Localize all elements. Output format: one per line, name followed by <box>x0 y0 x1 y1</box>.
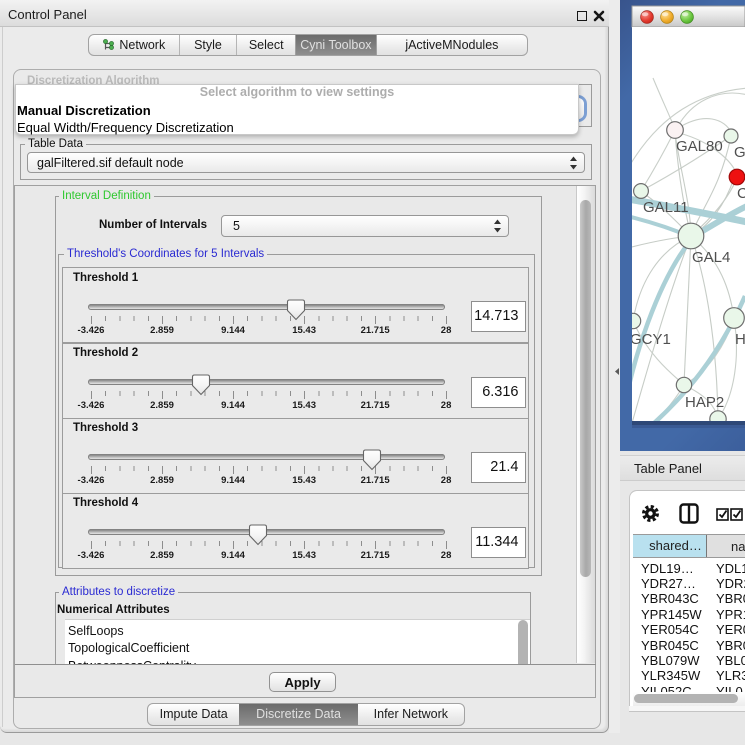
svg-text:GAL11: GAL11 <box>643 199 689 216</box>
svg-text:GCY1: GCY1 <box>630 331 671 348</box>
svg-text:C: C <box>737 185 745 202</box>
svg-text:H: H <box>735 331 745 348</box>
svg-text:GAL4: GAL4 <box>692 249 730 266</box>
svg-text:HAP2: HAP2 <box>685 394 724 411</box>
svg-text:GAL80: GAL80 <box>676 138 723 155</box>
svg-text:GA: GA <box>734 144 745 161</box>
